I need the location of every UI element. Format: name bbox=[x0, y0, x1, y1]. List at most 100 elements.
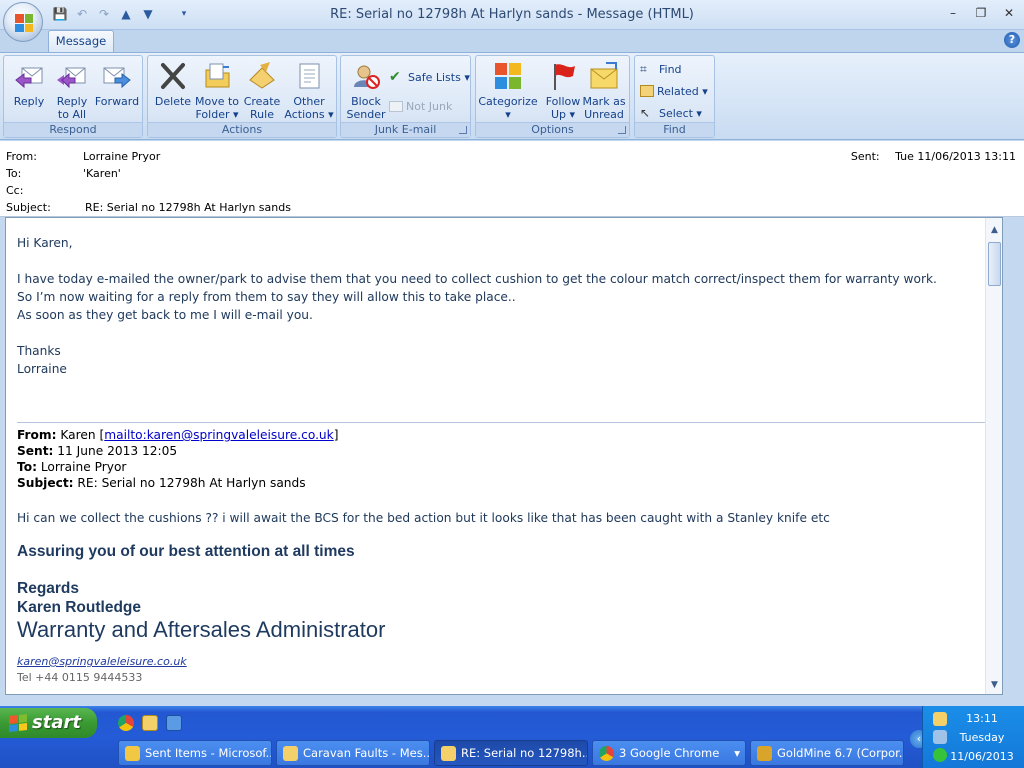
clock-time[interactable]: 13:11 bbox=[931, 712, 1024, 725]
sent-label: Sent: bbox=[850, 150, 880, 163]
related-button[interactable]: Related ▾ bbox=[640, 82, 708, 100]
to-label: To: bbox=[6, 167, 22, 180]
quick-launch bbox=[118, 715, 182, 731]
binoculars-icon: ⌗ bbox=[640, 62, 647, 76]
ribbon-tab-row: Message bbox=[0, 30, 1024, 52]
message-icon bbox=[283, 746, 298, 761]
quoted-header: From: Karen [mailto:karen@springvaleleis… bbox=[17, 422, 992, 491]
create-rule-label-2: Rule bbox=[250, 108, 274, 121]
delete-icon bbox=[161, 63, 185, 89]
group-junk-email: Block Sender ✔ Safe Lists ▾ Not Junk Jun… bbox=[340, 55, 471, 138]
select-button[interactable]: ↖ Select ▾ bbox=[640, 104, 702, 122]
clock-day: Tuesday bbox=[959, 731, 1005, 744]
ribbon: Reply Reply to All Forward Respond Delet… bbox=[0, 52, 1024, 140]
other-actions-label-2: Actions ▾ bbox=[284, 108, 334, 121]
sender-email-link[interactable]: karen@springvaleleisure.co.uk bbox=[17, 653, 992, 671]
from-value[interactable]: Lorraine Pryor bbox=[83, 150, 160, 163]
sender-role: Warranty and Aftersales Administrator bbox=[17, 617, 386, 642]
chrome-group-arrow-icon: ▾ bbox=[734, 746, 740, 760]
quoted-sent-label: Sent: bbox=[17, 444, 54, 458]
chrome-icon bbox=[599, 746, 614, 761]
other-actions-button[interactable]: Other Actions ▾ bbox=[284, 60, 334, 122]
scroll-thumb[interactable] bbox=[988, 242, 1001, 286]
create-rule-label-1: Create bbox=[243, 95, 281, 108]
move-to-folder-button[interactable]: Move to Folder ▾ bbox=[192, 60, 242, 122]
categorize-label-2: ▾ bbox=[505, 108, 511, 121]
find-button[interactable]: ⌗ Find bbox=[640, 60, 682, 78]
start-button[interactable]: start bbox=[0, 708, 97, 738]
block-sender-label-2: Sender bbox=[346, 108, 386, 121]
windows-flag-icon bbox=[9, 714, 27, 732]
block-sender-button[interactable]: Block Sender bbox=[341, 60, 391, 122]
scroll-up-arrow-icon[interactable]: ▲ bbox=[987, 222, 1002, 239]
not-junk-label: Not Junk bbox=[406, 99, 453, 113]
block-sender-label-1: Block bbox=[351, 95, 381, 108]
options-dialog-launcher[interactable] bbox=[618, 126, 626, 134]
minimize-button[interactable]: – bbox=[944, 5, 962, 21]
taskbar-button-current-message[interactable]: RE: Serial no 12798h... bbox=[434, 740, 588, 766]
not-junk-button[interactable]: Not Junk bbox=[389, 97, 452, 115]
message-content: Hi Karen, I have today e-mailed the owne… bbox=[17, 234, 992, 685]
delete-button[interactable]: Delete bbox=[148, 60, 198, 122]
mark-unread-label-1: Mark as bbox=[582, 95, 626, 108]
reply-label: Reply bbox=[13, 95, 45, 108]
chrome-quicklaunch-icon[interactable] bbox=[118, 715, 134, 731]
message-body[interactable]: Hi Karen, I have today e-mailed the owne… bbox=[5, 217, 1003, 695]
help-button[interactable]: ? bbox=[1004, 32, 1020, 48]
tab-message[interactable]: Message bbox=[48, 30, 114, 52]
select-cursor-icon: ↖ bbox=[640, 106, 651, 120]
group-label-options: Options bbox=[476, 122, 629, 137]
goldmine-icon bbox=[757, 746, 772, 761]
move-label-2: Folder ▾ bbox=[195, 108, 239, 121]
maximize-button[interactable]: ❐ bbox=[972, 5, 990, 21]
categorize-label-1: Categorize bbox=[478, 95, 538, 108]
taskbar-label-current-message: RE: Serial no 12798h... bbox=[461, 746, 588, 760]
group-find: ⌗ Find Related ▾ ↖ Select ▾ Find bbox=[634, 55, 715, 138]
safe-lists-icon: ✔ bbox=[389, 69, 401, 85]
start-label: start bbox=[32, 712, 81, 733]
follow-up-label-1: Follow bbox=[545, 95, 581, 108]
ie-quicklaunch-icon[interactable] bbox=[166, 715, 182, 731]
thanks: Thanks bbox=[17, 344, 61, 358]
office-logo-icon bbox=[15, 14, 33, 32]
forward-label: Forward bbox=[94, 95, 140, 108]
taskbar-label-sent-items: Sent Items - Microsof... bbox=[145, 746, 272, 760]
reply-all-button[interactable]: Reply to All bbox=[47, 60, 97, 122]
system-tray: 13:11 Tuesday 11/06/2013 bbox=[922, 706, 1024, 768]
sender-telephone: Tel +44 0115 9444533 bbox=[17, 671, 143, 684]
group-respond: Reply Reply to All Forward Respond bbox=[3, 55, 143, 138]
junk-dialog-launcher[interactable] bbox=[459, 126, 467, 134]
close-button[interactable]: ✕ bbox=[1000, 5, 1018, 21]
find-label: Find bbox=[659, 62, 682, 76]
quoted-from-name: Karen [ bbox=[60, 428, 105, 442]
categorize-button[interactable]: Categorize ▾ bbox=[478, 60, 538, 122]
forward-icon bbox=[103, 67, 131, 89]
assure-line: Assuring you of our best attention at al… bbox=[17, 543, 355, 560]
mark-unread-icon bbox=[590, 62, 618, 89]
select-label: Select ▾ bbox=[659, 106, 702, 120]
vertical-scrollbar[interactable]: ▲ ▼ bbox=[985, 218, 1002, 694]
other-actions-icon bbox=[299, 63, 320, 89]
from-label: From: bbox=[6, 150, 37, 163]
forward-button[interactable]: Forward bbox=[92, 60, 142, 122]
message-header: From: Lorraine Pryor To: 'Karen' Cc: Sub… bbox=[0, 141, 1024, 217]
safe-lists-button[interactable]: ✔ Safe Lists ▾ bbox=[389, 68, 470, 86]
to-value[interactable]: 'Karen' bbox=[83, 167, 121, 180]
reply-all-icon bbox=[57, 67, 86, 89]
body-line-3: As soon as they get back to me I will e-… bbox=[17, 308, 313, 322]
quoted-to-label: To: bbox=[17, 460, 37, 474]
outlook-quicklaunch-icon[interactable] bbox=[142, 715, 158, 731]
taskbar-button-chrome-group[interactable]: 3 Google Chrome ▾ bbox=[592, 740, 746, 766]
cc-label: Cc: bbox=[6, 184, 24, 197]
office-button[interactable] bbox=[3, 2, 43, 42]
taskbar-button-sent-items[interactable]: Sent Items - Microsof... bbox=[118, 740, 272, 766]
taskbar-button-caravan-faults[interactable]: Caravan Faults - Mes... bbox=[276, 740, 430, 766]
mark-as-unread-button[interactable]: Mark as Unread bbox=[579, 60, 629, 122]
scroll-down-arrow-icon[interactable]: ▼ bbox=[987, 677, 1002, 694]
create-rule-button[interactable]: Create Rule bbox=[237, 60, 287, 122]
quoted-sent: 11 June 2013 12:05 bbox=[57, 444, 178, 458]
taskbar-button-goldmine[interactable]: GoldMine 6.7 (Corpor... bbox=[750, 740, 904, 766]
group-label-respond: Respond bbox=[4, 122, 142, 137]
quoted-mailto-link[interactable]: mailto:karen@springvaleleisure.co.uk bbox=[104, 428, 334, 442]
subject-label: Subject: bbox=[6, 201, 51, 214]
